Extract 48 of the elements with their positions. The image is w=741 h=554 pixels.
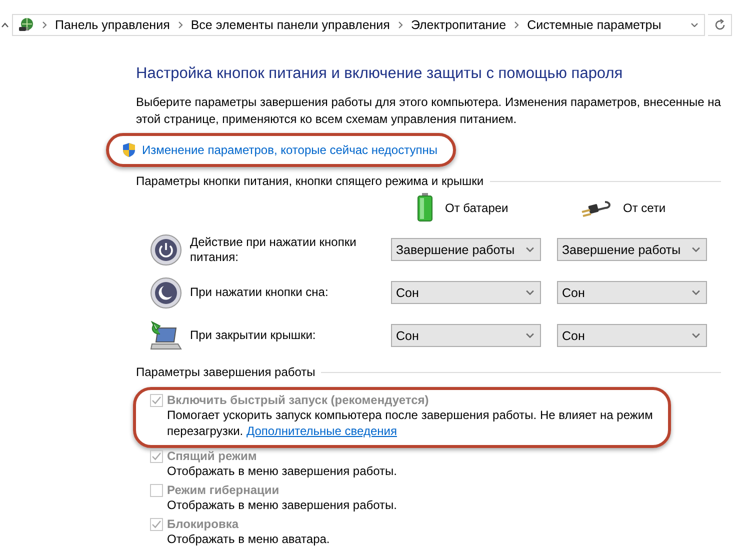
chevron-right-icon bbox=[398, 21, 403, 29]
section-title: Параметры кнопки питания, кнопки спящего режима и крышки bbox=[136, 174, 484, 188]
option-description: Отображать в меню аватара. bbox=[167, 531, 331, 547]
sleep-button-icon bbox=[150, 276, 182, 308]
dropdown-chevron-icon bbox=[526, 290, 534, 295]
breadcrumb[interactable]: Электропитание bbox=[410, 18, 506, 32]
refresh-icon bbox=[714, 19, 726, 31]
option-label: Блокировка bbox=[167, 517, 240, 531]
option-label: Режим гибернации bbox=[167, 483, 280, 497]
option-label: Спящий режим bbox=[167, 449, 258, 463]
dropdown-chevron-icon bbox=[526, 333, 534, 338]
setting-label: При нажатии кнопки сна: bbox=[190, 285, 330, 300]
shield-icon bbox=[122, 142, 136, 158]
option-description: Помогает ускорить запуск компьютера после завершения работы. Не влияет на режим перезагрузки. Дополнительные сведения bbox=[167, 407, 654, 439]
section-title: Параметры завершения работы bbox=[136, 365, 316, 379]
column-label: От сети bbox=[623, 201, 666, 215]
chevron-right-icon bbox=[514, 21, 520, 29]
dropdown[interactable]: Завершение работы bbox=[557, 238, 707, 261]
dropdown[interactable]: Сон bbox=[557, 281, 707, 304]
battery-icon bbox=[415, 193, 435, 223]
plug-globe-icon bbox=[18, 17, 34, 33]
dropdown-chevron-icon bbox=[692, 290, 700, 295]
dropdown-chevron-icon bbox=[526, 247, 534, 252]
settings-link[interactable]: Изменение параметров, которые сейчас недоступны bbox=[142, 143, 438, 157]
power-button-icon bbox=[150, 234, 182, 266]
dropdown-chevron-icon bbox=[691, 23, 698, 27]
description-text: Выберите параметры завершения работы для этого компьютера. Изменения параметров, внесенные на этой странице, применяются ко всем схемам управления питанием. bbox=[136, 94, 721, 128]
option-description: Отображать в меню завершения работы. bbox=[167, 497, 398, 513]
setting-label: Действие при нажатии кнопки питания: bbox=[190, 234, 358, 264]
address-bar[interactable]: Панель управления Все элементы панели управления Электропитание Системные параметры bbox=[12, 14, 705, 36]
option-label: Включить быстрый запуск (рекомендуется) bbox=[167, 393, 430, 407]
breadcrumb[interactable]: Все элементы панели управления bbox=[190, 18, 390, 32]
page-heading: Настройка кнопок питания и включение защиты с помощью пароля bbox=[136, 64, 624, 84]
dropdown-chevron-icon bbox=[692, 247, 700, 252]
dropdown[interactable]: Сон bbox=[557, 324, 707, 347]
dropdown-chevron-icon bbox=[692, 333, 700, 338]
laptop-icon bbox=[150, 320, 182, 352]
refresh-button[interactable] bbox=[708, 14, 732, 36]
breadcrumb[interactable]: Системные параметры bbox=[527, 18, 662, 32]
option-description: Отображать в меню завершения работы. bbox=[167, 463, 398, 479]
dropdown[interactable]: Сон bbox=[391, 281, 541, 304]
column-label: От батареи bbox=[445, 201, 508, 215]
dropdown[interactable]: Завершение работы bbox=[391, 238, 541, 261]
setting-label: При закрытии крышки: bbox=[190, 328, 317, 343]
chevron-right-icon bbox=[178, 21, 183, 29]
breadcrumb[interactable]: Панель управления bbox=[55, 18, 170, 32]
chevron-right-icon bbox=[42, 21, 47, 29]
dropdown[interactable]: Сон bbox=[391, 324, 541, 347]
